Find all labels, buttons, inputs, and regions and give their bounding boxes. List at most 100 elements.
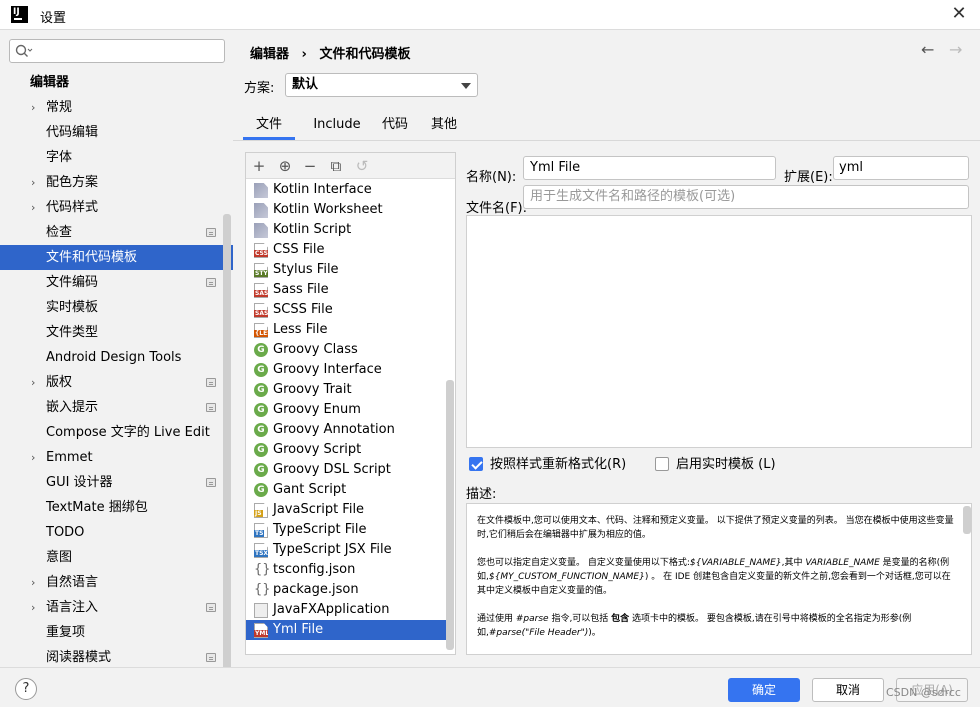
back-arrow-icon[interactable]: ← — [921, 40, 934, 59]
project-scope-icon — [206, 653, 216, 662]
search-input[interactable] — [9, 39, 225, 63]
breadcrumb-parent[interactable]: 编辑器 — [250, 47, 289, 62]
template-list-item[interactable]: STYL Stylus File — [246, 260, 446, 280]
close-icon[interactable]: ✕ — [948, 3, 970, 25]
add-icon[interactable]: + — [249, 156, 269, 176]
template-toolbar: + ⊕ − ⧉ ↺ — [246, 153, 455, 179]
template-list-item[interactable]: SASS Sass File — [246, 280, 446, 300]
sidebar-item-editor[interactable]: 编辑器 — [0, 70, 233, 95]
sidebar-item-inlay-hints[interactable]: 嵌入提示 — [0, 395, 233, 420]
project-scope-icon — [206, 228, 216, 237]
extension-label: 扩展(E): — [784, 170, 833, 185]
sidebar-item-android-design-tools[interactable]: Android Design Tools — [0, 345, 233, 370]
scheme-select[interactable]: 默认 — [285, 73, 478, 97]
search-icon — [15, 44, 33, 57]
doc-file-icon: CSS — [254, 243, 268, 258]
template-label: JavaFXApplication — [273, 602, 390, 617]
description-scrollbar[interactable] — [963, 506, 971, 534]
reset-icon[interactable]: ↺ — [352, 156, 372, 176]
template-list-item[interactable]: G Gant Script — [246, 480, 446, 500]
ok-button[interactable]: 确定 — [728, 678, 800, 702]
sidebar-item-file-types[interactable]: 文件类型 — [0, 320, 233, 345]
template-label: CSS File — [273, 242, 325, 257]
template-list-item[interactable]: TSX TypeScript JSX File — [246, 540, 446, 560]
chevron-right-icon[interactable]: › — [31, 570, 35, 595]
sidebar-item-file-templates[interactable]: 文件和代码模板 — [0, 245, 233, 270]
cancel-button[interactable]: 取消 — [812, 678, 884, 702]
template-list-item[interactable]: G Groovy Script — [246, 440, 446, 460]
chevron-right-icon[interactable]: › — [31, 170, 35, 195]
remove-icon[interactable]: − — [300, 156, 320, 176]
sidebar-item-compose-live-edit[interactable]: Compose 文字的 Live Edit — [0, 420, 233, 445]
template-list-item[interactable]: Kotlin Worksheet — [246, 200, 446, 220]
sidebar-item-color-scheme[interactable]: › 配色方案 — [0, 170, 233, 195]
sidebar-item-code-editing[interactable]: 代码编辑 — [0, 120, 233, 145]
template-list-scrollbar[interactable] — [446, 380, 454, 650]
forward-arrow-icon[interactable]: → — [949, 40, 962, 59]
checkbox-unchecked-icon[interactable] — [655, 457, 669, 471]
window-title: 设置 — [40, 11, 67, 26]
reformat-label: 按照样式重新格式化(R) — [490, 457, 627, 472]
template-list-item[interactable]: {} package.json — [246, 580, 446, 600]
sidebar-item-inspections[interactable]: 检查 — [0, 220, 233, 245]
chevron-right-icon[interactable]: › — [31, 195, 35, 220]
sidebar-item-emmet[interactable]: › Emmet — [0, 445, 233, 470]
sidebar-item-language-injections[interactable]: › 语言注入 — [0, 595, 233, 620]
template-list-item[interactable]: TS TypeScript File — [246, 520, 446, 540]
sidebar-item-intentions[interactable]: 意图 — [0, 545, 233, 570]
template-list-item[interactable]: G Groovy Trait — [246, 380, 446, 400]
breadcrumb: 编辑器 › 文件和代码模板 — [250, 43, 418, 62]
template-list-item[interactable]: JavaFXApplication — [246, 600, 446, 620]
sidebar-item-duplicates[interactable]: 重复项 — [0, 620, 233, 645]
help-icon[interactable]: ? — [15, 678, 37, 700]
sidebar-item-textmate-bundles[interactable]: TextMate 捆绑包 — [0, 495, 233, 520]
template-list-item[interactable]: YML Yml File — [246, 620, 446, 640]
copy-icon[interactable]: ⧉ — [326, 156, 346, 176]
template-list-item[interactable]: {} tsconfig.json — [246, 560, 446, 580]
name-field[interactable]: Yml File — [523, 156, 776, 180]
chevron-right-icon[interactable]: › — [31, 370, 35, 395]
sidebar-item-todo[interactable]: TODO — [0, 520, 233, 545]
template-list-item[interactable]: CSS CSS File — [246, 240, 446, 260]
template-list-item[interactable]: SASS SCSS File — [246, 300, 446, 320]
template-label: Groovy Trait — [273, 382, 352, 397]
tab-code[interactable]: 代码 — [371, 113, 419, 140]
template-editor[interactable] — [466, 215, 972, 448]
sidebar-item-copyright[interactable]: › 版权 — [0, 370, 233, 395]
sidebar-item-font[interactable]: 字体 — [0, 145, 233, 170]
chevron-right-icon[interactable]: › — [31, 445, 35, 470]
sidebar-item-natural-languages[interactable]: › 自然语言 — [0, 570, 233, 595]
java-file-icon — [254, 603, 268, 618]
sidebar-item-code-style[interactable]: › 代码样式 — [0, 195, 233, 220]
add-child-icon[interactable]: ⊕ — [275, 156, 295, 176]
groovy-file-icon: G — [254, 363, 268, 377]
project-scope-icon — [206, 603, 216, 612]
sidebar-item-general[interactable]: › 常规 — [0, 95, 233, 120]
sidebar-item-gui-designer[interactable]: GUI 设计器 — [0, 470, 233, 495]
tab-include[interactable]: Include — [303, 113, 371, 140]
extension-field[interactable]: yml — [833, 156, 969, 180]
template-list-item[interactable]: Kotlin Script — [246, 220, 446, 240]
description-paragraph: 通过使用 #parse 指令,可以包括 包含 选项卡中的模板。 要包含模板,请在… — [477, 614, 912, 638]
sidebar-scrollbar[interactable] — [223, 214, 231, 667]
tab-other[interactable]: 其他 — [419, 113, 469, 140]
sidebar-item-reader-mode[interactable]: 阅读器模式 — [0, 645, 233, 667]
template-label: Groovy Annotation — [273, 422, 395, 437]
template-label: Stylus File — [273, 262, 339, 277]
template-list-item[interactable]: G Groovy Annotation — [246, 420, 446, 440]
template-list-item[interactable]: JS JavaScript File — [246, 500, 446, 520]
template-list-item[interactable]: {LES} Less File — [246, 320, 446, 340]
json-file-icon: {} — [254, 582, 271, 597]
filename-field[interactable]: 用于生成文件名和路径的模板(可选) — [523, 185, 969, 209]
template-list-item[interactable]: G Groovy Class — [246, 340, 446, 360]
sidebar-item-file-encoding[interactable]: 文件编码 — [0, 270, 233, 295]
template-list-item[interactable]: G Groovy Enum — [246, 400, 446, 420]
tab-files[interactable]: 文件 — [243, 113, 295, 140]
sidebar-item-live-templates[interactable]: 实时模板 — [0, 295, 233, 320]
checkbox-checked-icon[interactable] — [469, 457, 483, 471]
chevron-right-icon[interactable]: › — [31, 595, 35, 620]
template-list-item[interactable]: G Groovy Interface — [246, 360, 446, 380]
template-list-item[interactable]: G Groovy DSL Script — [246, 460, 446, 480]
chevron-right-icon[interactable]: › — [31, 95, 35, 120]
template-list-item[interactable]: Kotlin Interface — [246, 180, 446, 200]
